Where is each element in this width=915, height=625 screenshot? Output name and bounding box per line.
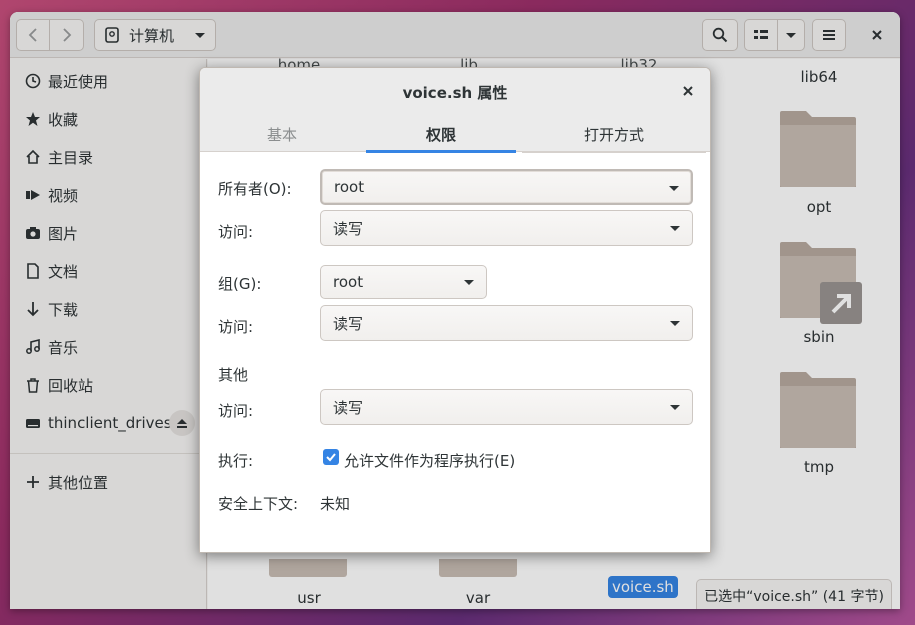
owner-label: 所有者(O):	[218, 180, 292, 198]
active-tab-indicator	[366, 150, 516, 153]
owner-access-label: 访问:	[218, 223, 254, 241]
group-access-select[interactable]: 读写	[320, 305, 693, 341]
execute-checkbox-label[interactable]: 允许文件作为程序执行(E)	[344, 450, 515, 471]
chevron-down-icon	[670, 321, 680, 326]
others-access-select[interactable]: 读写	[320, 389, 693, 425]
others-access-value: 读写	[333, 398, 364, 417]
group-select[interactable]: root	[320, 265, 487, 299]
dialog-header: voice.sh 属性	[200, 68, 710, 116]
tab-indicator	[522, 151, 706, 153]
others-heading: 其他	[218, 366, 249, 384]
properties-dialog: voice.sh 属性 基本 权限 打开方式 所有者(O): root 访问: …	[199, 67, 711, 553]
group-access-value: 读写	[333, 314, 364, 333]
chevron-down-icon	[464, 280, 474, 285]
owner-value: root	[334, 178, 365, 196]
security-context-label: 安全上下文:	[218, 495, 299, 513]
group-label: 组(G):	[218, 275, 262, 293]
chevron-down-icon	[669, 186, 679, 191]
tab-label: 基本	[266, 125, 297, 144]
security-context-value: 未知	[320, 495, 351, 513]
tab-open-with[interactable]: 打开方式	[522, 116, 706, 153]
checkmark-icon	[326, 453, 336, 462]
tab-label: 打开方式	[583, 125, 644, 144]
tab-basic[interactable]: 基本	[200, 116, 364, 152]
owner-access-select[interactable]: 读写	[320, 210, 693, 246]
owner-select[interactable]: root	[320, 169, 693, 205]
owner-access-value: 读写	[333, 219, 364, 238]
execute-label: 执行:	[218, 452, 254, 470]
execute-checkbox[interactable]	[323, 449, 339, 465]
dialog-title: voice.sh 属性	[402, 83, 508, 102]
chevron-down-icon	[670, 226, 680, 231]
close-icon[interactable]	[680, 83, 696, 99]
chevron-down-icon	[670, 405, 680, 410]
tab-label: 权限	[425, 125, 456, 144]
tab-permissions[interactable]: 权限	[366, 116, 516, 153]
group-access-label: 访问:	[218, 318, 254, 336]
dialog-tabs: 基本 权限 打开方式	[200, 116, 710, 153]
group-value: root	[333, 273, 364, 291]
others-access-label: 访问:	[218, 402, 254, 420]
